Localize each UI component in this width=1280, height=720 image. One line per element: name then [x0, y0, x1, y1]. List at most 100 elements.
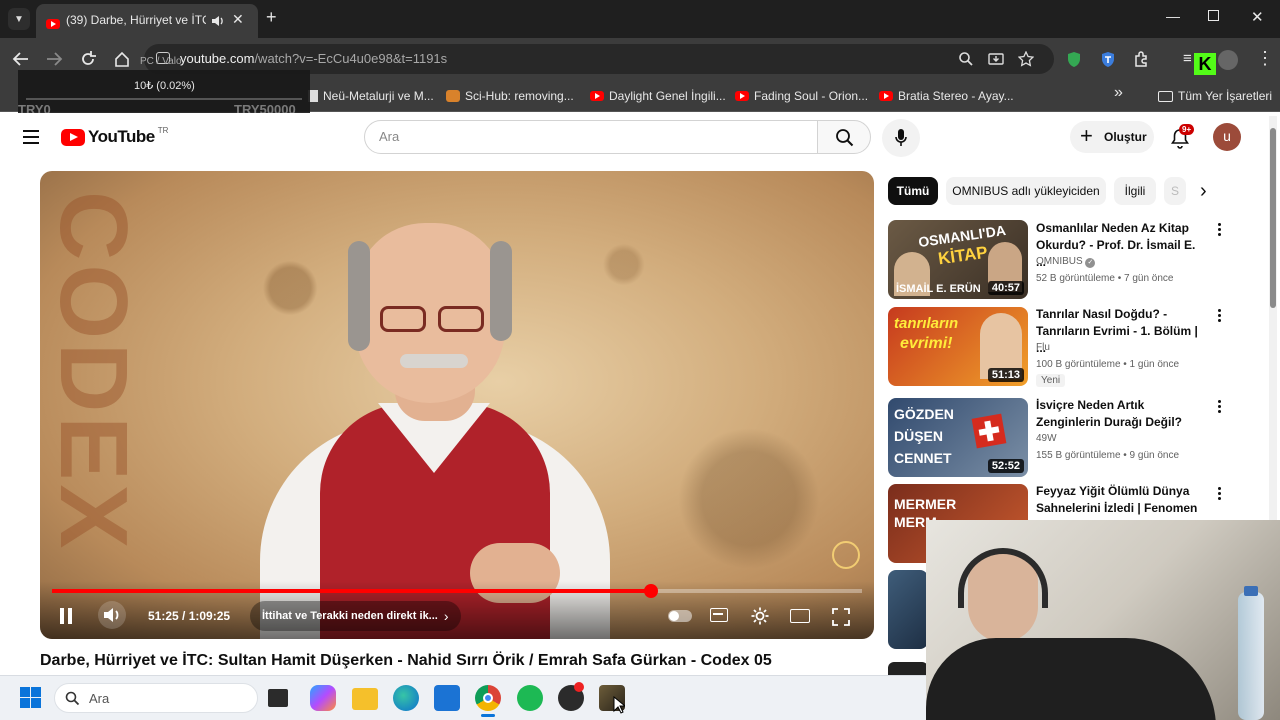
- verified-check-icon: ✓: [1085, 258, 1096, 268]
- avatar[interactable]: u: [1213, 123, 1241, 151]
- install-app-icon[interactable]: [988, 51, 1004, 67]
- home-icon[interactable]: [113, 50, 131, 68]
- pause-button[interactable]: [60, 608, 74, 624]
- recommendation-channel[interactable]: OMNIBUS ✓: [1036, 256, 1096, 268]
- chapter-button[interactable]: İttihat ve Terakki neden direkt ik... ›: [250, 601, 461, 631]
- tab-search-button[interactable]: ▼: [8, 8, 30, 30]
- chip-related[interactable]: İlgili: [1114, 177, 1156, 205]
- more-actions-icon[interactable]: [1216, 309, 1222, 325]
- speaker-icon[interactable]: [210, 14, 224, 28]
- zoom-icon[interactable]: [958, 51, 974, 67]
- more-bookmarks-button[interactable]: »: [1114, 84, 1123, 102]
- all-bookmarks-folder[interactable]: Tüm Yer İşaretleri: [1158, 87, 1272, 105]
- new-tab-button[interactable]: +: [266, 7, 277, 28]
- window-minimize-icon[interactable]: —: [1166, 8, 1180, 24]
- subtitles-button[interactable]: [710, 608, 728, 622]
- chip-all[interactable]: Tümü: [888, 177, 938, 205]
- bookmark-item[interactable]: Daylight Genel İngili...: [590, 87, 726, 105]
- theater-mode-button[interactable]: [790, 609, 810, 623]
- extensions-puzzle-icon[interactable]: [1133, 50, 1151, 68]
- kick-logo-icon: K: [1194, 53, 1216, 75]
- url-text: youtube.com/watch?v=-EcCu4u0e98&t=1191s: [180, 51, 447, 66]
- avatar-letter: u: [1223, 128, 1231, 144]
- bookmark-item[interactable]: Fading Soul - Orion...: [735, 87, 868, 105]
- recommendation-meta: 155 B görüntüleme • 9 gün önce: [1036, 450, 1180, 461]
- profile-icon[interactable]: [1218, 50, 1238, 70]
- thumbnail-text: evrimi!: [900, 335, 953, 352]
- recommendation-meta: 100 B görüntüleme • 1 gün önce: [1036, 359, 1180, 370]
- chip-uploader[interactable]: OMNIBUS adlı yükleyiciden: [946, 177, 1106, 205]
- channel-watermark-icon[interactable]: [832, 541, 860, 569]
- more-actions-icon[interactable]: [1216, 223, 1222, 239]
- browser-tab-active[interactable]: (39) Darbe, Hürriyet ve İTC: ✕: [36, 4, 258, 38]
- bookmark-item[interactable]: Bratia Stereo - Ayay...: [879, 87, 1014, 105]
- search-placeholder: Ara: [379, 129, 400, 144]
- shield-extension-icon[interactable]: [1066, 51, 1082, 68]
- recommendation-thumbnail[interactable]: [888, 662, 928, 675]
- task-view-icon[interactable]: [268, 689, 288, 707]
- time-display: 51:25 / 1:09:25: [148, 609, 231, 623]
- recommendation-thumbnail[interactable]: [888, 570, 928, 649]
- window-close-icon[interactable]: ✕: [1251, 8, 1264, 26]
- recommendation-thumbnail[interactable]: GÖZDEN DÜŞEN CENNET 52:52: [888, 398, 1028, 477]
- video-player[interactable]: CODEX 51:25 / 1:09:25 İttihat ve Terakki…: [40, 171, 874, 639]
- taskbar-search-input[interactable]: Ara: [54, 683, 258, 713]
- thumbnail-text: KİTAP: [936, 242, 989, 269]
- copilot-icon[interactable]: [310, 685, 336, 711]
- recommendation-title[interactable]: İsviçre Neden Artık Zenginlerin Durağı D…: [1036, 397, 1202, 431]
- mouse-cursor-icon: [613, 696, 625, 714]
- vpn-extension-icon[interactable]: [1100, 51, 1116, 68]
- url-host: youtube.com: [180, 51, 255, 66]
- recommendation-channel[interactable]: Flu: [1036, 342, 1050, 353]
- folder-icon: [1158, 90, 1173, 102]
- recommendation-thumbnail[interactable]: tanrıların evrimi! 51:13: [888, 307, 1028, 386]
- video-duration: 40:57: [987, 281, 1024, 295]
- taskbar-search-placeholder: Ara: [89, 691, 110, 706]
- notifications-button[interactable]: 9+: [1170, 124, 1196, 150]
- search-input[interactable]: Ara: [364, 120, 818, 154]
- ticker-percent: 10₺ (0.02%): [134, 80, 195, 92]
- volume-button[interactable]: [98, 601, 126, 629]
- back-arrow-icon[interactable]: [12, 51, 30, 67]
- edge-browser-icon[interactable]: [393, 685, 419, 711]
- recommendation-title[interactable]: Tanrılar Nasıl Doğdu? - Tanrıların Evrim…: [1036, 306, 1202, 357]
- chip-label: Tümü: [896, 184, 930, 198]
- reload-icon[interactable]: [79, 50, 97, 68]
- chips-next-arrow-icon[interactable]: ›: [1200, 180, 1207, 203]
- recommendation-thumbnail[interactable]: OSMANLI'DA KİTAP İSMAİL E. ERÜN 40:57: [888, 220, 1028, 299]
- more-actions-icon[interactable]: [1216, 487, 1222, 503]
- youtube-logo[interactable]: YouTube TR: [61, 126, 168, 147]
- fullscreen-icon[interactable]: [832, 608, 850, 626]
- bookmark-star-icon[interactable]: [1018, 51, 1034, 67]
- file-explorer-icon[interactable]: [352, 688, 378, 710]
- codex-watermark: CODEX: [40, 191, 147, 553]
- window-restore-icon[interactable]: [1208, 10, 1219, 21]
- chip-more[interactable]: S: [1164, 177, 1186, 205]
- bookmark-item[interactable]: Neü-Metalurji ve M...: [308, 87, 434, 105]
- settings-gear-icon[interactable]: [750, 606, 770, 626]
- chip-label: OMNIBUS adlı yükleyiciden: [952, 184, 1100, 198]
- bookmark-item[interactable]: Sci-Hub: removing...: [446, 87, 574, 105]
- autoplay-knob: [669, 611, 679, 621]
- recommendation-channel[interactable]: 49W: [1036, 433, 1057, 444]
- thumbnail-text: MERMER: [894, 496, 957, 512]
- more-actions-icon[interactable]: [1216, 400, 1222, 416]
- reading-list-icon[interactable]: ≡: [1183, 50, 1192, 67]
- headphones-icon: [958, 548, 1048, 608]
- hamburger-menu-icon[interactable]: [23, 130, 39, 144]
- windows-start-icon[interactable]: [20, 687, 41, 708]
- menu-kebab-icon[interactable]: ⋮: [1256, 48, 1274, 69]
- store-icon[interactable]: [434, 685, 460, 711]
- spotify-icon[interactable]: [517, 685, 543, 711]
- speaker-figure: [260, 171, 620, 639]
- voice-search-button[interactable]: [882, 119, 920, 157]
- progress-bar[interactable]: [52, 584, 862, 598]
- bottle-cap: [1244, 586, 1258, 596]
- search-button[interactable]: [817, 120, 871, 154]
- tab-close-icon[interactable]: ✕: [232, 11, 244, 28]
- create-button[interactable]: + Oluştur: [1070, 121, 1154, 153]
- forward-arrow-icon[interactable]: [45, 51, 63, 67]
- obs-studio-icon[interactable]: [558, 682, 584, 711]
- autoplay-toggle[interactable]: [668, 610, 692, 622]
- chrome-browser-icon[interactable]: [475, 685, 501, 711]
